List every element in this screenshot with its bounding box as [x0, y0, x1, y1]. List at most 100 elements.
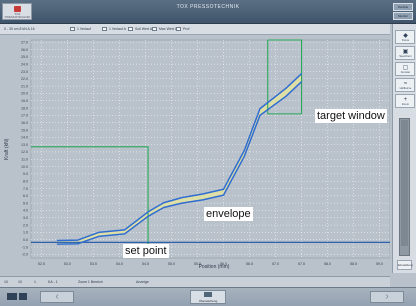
y-tick-label: 17.0 — [21, 114, 28, 118]
annotation-envelope: envelope — [204, 207, 253, 221]
data-point-1-13 — [301, 81, 302, 83]
y-tick-label: 7.0 — [23, 187, 28, 191]
previous-button[interactable]: ‹ — [40, 291, 74, 303]
y-tick-label: 8.0 — [23, 179, 28, 183]
status-item: Zoom 1 Bereich — [78, 280, 103, 284]
y-tick-label: 3.0 — [23, 216, 28, 220]
scrollbar[interactable] — [399, 118, 410, 256]
next-button[interactable]: › — [370, 291, 404, 303]
x-tick-label: 54.5 — [142, 262, 149, 266]
logo-block-icon — [7, 293, 17, 300]
checkbox-icon — [176, 27, 181, 31]
data-point-1-4 — [124, 233, 126, 235]
y-tick-label: 20.0 — [21, 92, 28, 96]
status-item: 1 — [34, 280, 36, 284]
y-tick-label: 2.0 — [23, 223, 28, 227]
y-tick-label: 6.0 — [23, 194, 28, 198]
system-button-monitor[interactable]: Monitor — [393, 12, 413, 20]
y-tick-label: 10.0 — [21, 165, 28, 169]
logo-text: TOX PRESSOTECHNIK — [4, 13, 31, 19]
toolbar-item-1[interactable]: 1 Verlauf — [70, 27, 91, 31]
y-tick-label: 27.0 — [21, 40, 28, 44]
y-tick-label: 16.0 — [21, 121, 28, 125]
y-tick-label: 26.0 — [21, 48, 28, 52]
title-bar: TOX PRESSOTECHNIK TOX PRESSOTECHNIK Flex… — [0, 0, 416, 24]
data-point-2-9 — [223, 188, 224, 190]
y-tick-label: 21.0 — [21, 84, 28, 88]
right-button-save[interactable]: ▣ Speichern — [395, 46, 415, 60]
toolbar-item-5[interactable]: Prof — [176, 27, 189, 31]
data-point-2-6 — [163, 202, 165, 204]
data-point-2-8 — [202, 193, 204, 195]
y-tick-label: 12.0 — [21, 150, 28, 154]
toolbar-item-2[interactable]: 1 Verlauf A — [102, 27, 126, 31]
y-tick-label: 9.0 — [23, 172, 28, 176]
toolbar-item-range[interactable]: 0 - 30 cm 8 kN A 16 — [4, 27, 35, 31]
y-tick-label: 4.0 — [23, 209, 28, 213]
data-point-1-11 — [259, 114, 261, 116]
x-tick-label: 57.5 — [298, 262, 305, 266]
force-position-chart[interactable]: -2.0 -1.0 0.0 1.0 2.0 3.0 4.0 5.0 6.0 7.0 8.0 9.0 10… — [0, 35, 390, 273]
tox-logo-icon — [7, 292, 29, 302]
plot-area — [30, 39, 390, 259]
data-point-2-7 — [181, 197, 183, 198]
toolbar-item-3[interactable]: Soll Wert A — [128, 27, 152, 31]
x-axis-label: Position (mm) — [199, 264, 230, 270]
x-tick-label: 58.5 — [350, 262, 357, 266]
data-point-1-10 — [243, 155, 245, 157]
right-button-envelope[interactable]: ≈ Hüllkurve — [395, 78, 415, 92]
data-point-2-3 — [98, 232, 99, 233]
toolbar-item-4[interactable]: Max Wert A — [152, 27, 177, 31]
x-tick-label: 57.0 — [272, 262, 279, 266]
settings-button[interactable]: Einstellung — [397, 260, 413, 270]
y-tick-label: 18.0 — [21, 106, 28, 110]
bottom-navigation-bar: ‹ Überwachung › — [0, 287, 416, 306]
status-item: KA - 1 — [48, 280, 58, 284]
x-tick-label: 59.0 — [376, 262, 383, 266]
right-button-window[interactable]: ▢ Fenster — [395, 62, 415, 76]
y-tick-label: 23.0 — [21, 70, 28, 74]
y-tick-label: -2.0 — [22, 253, 28, 257]
checkbox-icon — [128, 27, 133, 31]
right-tool-panel: ◆ Kurve ▣ Speichern ▢ Fenster ≈ Hüllkurv… — [392, 24, 416, 273]
y-tick-label: 24.0 — [21, 62, 28, 66]
right-button-zoom[interactable]: + Zoom — [395, 94, 415, 108]
data-point-2-1 — [56, 240, 58, 241]
y-tick-label: 14.0 — [21, 136, 28, 140]
chart-area[interactable]: -2.0 -1.0 0.0 1.0 2.0 3.0 4.0 5.0 6.0 7.0 8.0 9.0 10… — [0, 35, 390, 273]
system-button-flexible[interactable]: Flexible — [393, 3, 413, 11]
chevron-right-icon: › — [385, 291, 389, 302]
status-item: 10 — [18, 280, 22, 284]
checkbox-icon — [152, 27, 157, 31]
data-point-2-11 — [259, 108, 261, 110]
monitoring-button[interactable]: Überwachung — [190, 290, 226, 304]
data-point-2-2 — [77, 239, 79, 241]
x-tick-label: 53.5 — [90, 262, 97, 266]
y-axis-label: Kraft (kN) — [4, 138, 10, 160]
checkbox-icon — [102, 27, 107, 31]
y-tick-label: 25.0 — [21, 55, 28, 59]
data-point-1-1 — [56, 243, 58, 245]
x-tick-label: 52.5 — [38, 262, 45, 266]
window-title: TOX PRESSOTECHNIK — [176, 4, 240, 10]
y-tick-label: 15.0 — [21, 128, 28, 132]
data-point-2-13 — [301, 73, 302, 75]
y-tick-label: 5.0 — [23, 201, 28, 205]
data-point-1-8 — [202, 199, 204, 201]
data-point-2-5 — [147, 211, 149, 213]
chart-toolbar: 0 - 30 cm 8 kN A 16 1 Verlauf 1 Verlauf … — [0, 24, 390, 35]
y-tick-label: 1.0 — [23, 231, 28, 235]
grid-layer — [30, 39, 390, 259]
chevron-left-icon: ‹ — [55, 291, 59, 302]
x-tick-label: 58.0 — [324, 262, 331, 266]
checkbox-icon — [70, 27, 75, 31]
right-button-curve[interactable]: ◆ Kurve — [395, 30, 415, 44]
data-point-1-6 — [163, 207, 165, 208]
status-item: Anzeige — [136, 280, 149, 284]
y-tick-label: -1.0 — [22, 245, 28, 249]
monitor-icon — [204, 292, 212, 297]
data-point-1-5 — [147, 215, 149, 217]
y-tick-label: 22.0 — [21, 77, 28, 81]
y-tick-label: 0.0 — [23, 238, 28, 242]
scrollbar-thumb[interactable] — [401, 120, 408, 246]
